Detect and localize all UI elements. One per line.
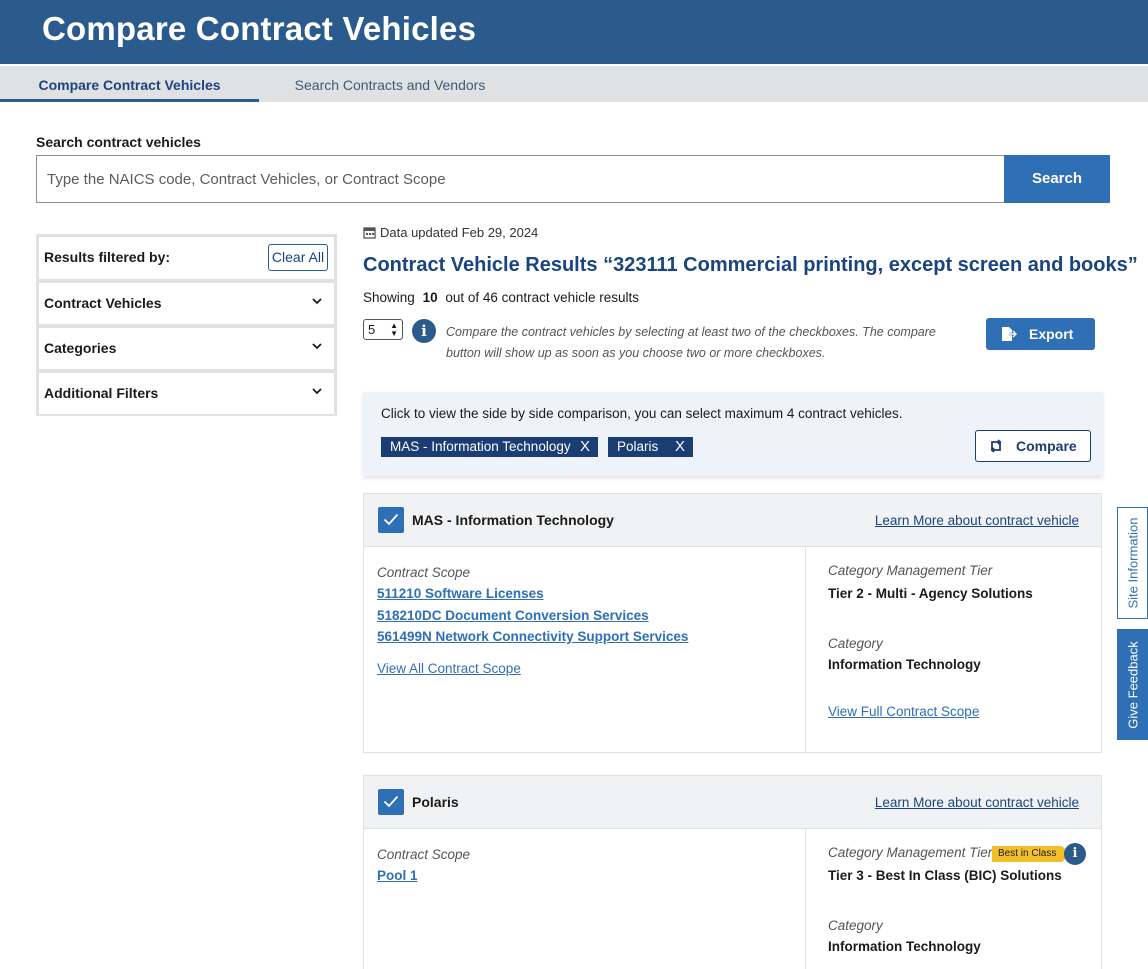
selected-chip: MAS - Information Technology X [381, 437, 598, 457]
export-label: Export [1029, 326, 1074, 342]
chevron-down-icon [312, 343, 322, 350]
checkmark-icon [383, 513, 399, 526]
tier-label: Category Management Tier [828, 845, 993, 860]
results-count: Showing 10 out of 46 contract vehicle re… [363, 290, 639, 305]
tab-bar: Compare Contract Vehicles Search Contrac… [0, 66, 1148, 102]
per-page-select[interactable]: 5 ▲ ▼ [363, 319, 403, 340]
contract-scope-label: Contract Scope [377, 565, 471, 580]
contract-card: MAS - Information Technology Learn More … [363, 493, 1102, 753]
compare-arrows-icon [990, 439, 1002, 453]
export-button[interactable]: Export [986, 318, 1095, 350]
filter-label: Categories [44, 340, 117, 356]
filter-label: Additional Filters [44, 385, 159, 401]
category-value: Information Technology [828, 939, 981, 954]
chip-label: MAS - Information Technology [390, 439, 571, 454]
info-icon[interactable]: i [412, 319, 436, 343]
calendar-icon [363, 227, 376, 239]
scope-link[interactable]: Pool 1 [377, 868, 418, 883]
category-label: Category [828, 918, 883, 933]
filters-heading: Results filtered by: [44, 249, 171, 265]
card-title: MAS - Information Technology [412, 512, 614, 528]
card-body: Contract Scope Pool 1 Category Managemen… [364, 829, 1101, 969]
give-feedback-tab[interactable]: Give Feedback [1117, 629, 1148, 740]
info-icon[interactable]: i [1064, 843, 1086, 865]
data-updated-text: Data updated Feb 29, 2024 [380, 225, 539, 240]
checkmark-icon [383, 795, 399, 808]
chevron-down-icon [312, 298, 322, 305]
compare-panel: Click to view the side by side compariso… [363, 392, 1103, 476]
tab-search-contracts-and-vendors[interactable]: Search Contracts and Vendors [259, 66, 521, 102]
tab-compare-contract-vehicles[interactable]: Compare Contract Vehicles [0, 66, 259, 102]
card-header: MAS - Information Technology Learn More … [364, 494, 1101, 547]
category-value: Information Technology [828, 657, 981, 672]
results-title: Contract Vehicle Results “323111 Commerc… [363, 254, 1138, 276]
filter-categories[interactable]: Categories [39, 328, 334, 369]
scope-link[interactable]: 511210 Software Licenses [377, 586, 544, 601]
export-icon [1002, 327, 1018, 341]
card-body: Contract Scope 511210 Software Licenses … [364, 547, 1101, 752]
scope-link[interactable]: 561499N Network Connectivity Support Ser… [377, 629, 688, 644]
category-column: Category Management Tier Tier 2 - Multi … [806, 547, 1101, 752]
showing-prefix: Showing [363, 290, 415, 305]
site-information-label: Site Information [1125, 517, 1140, 609]
best-in-class-badge: Best in Class [992, 846, 1071, 862]
chip-remove-icon[interactable]: X [580, 437, 590, 457]
category-label: Category [828, 636, 883, 651]
chip-label: Polaris [617, 439, 659, 454]
filter-label: Contract Vehicles [44, 295, 162, 311]
search-label: Search contract vehicles [36, 134, 201, 150]
card-header: Polaris Learn More about contract vehicl… [364, 776, 1101, 829]
give-feedback-label: Give Feedback [1125, 640, 1140, 729]
site-information-tab[interactable]: Site Information [1117, 507, 1148, 619]
per-page-value: 5 [368, 322, 376, 337]
filter-additional-filters[interactable]: Additional Filters [39, 373, 334, 414]
tier-value: Tier 2 - Multi - Agency Solutions [828, 586, 1033, 601]
data-updated: Data updated Feb 29, 2024 [363, 225, 538, 240]
compare-label: Compare [1016, 438, 1077, 454]
search-input[interactable] [36, 155, 1005, 203]
select-checkbox[interactable] [378, 507, 404, 533]
select-checkbox[interactable] [378, 789, 404, 815]
stepper-arrows-icon: ▲ ▼ [390, 321, 398, 338]
selected-chip: Polaris X [608, 437, 693, 457]
tier-value: Tier 3 - Best In Class (BIC) Solutions [828, 868, 1062, 883]
filters-panel: Results filtered by: Clear All Contract … [36, 234, 337, 416]
page-title: Compare Contract Vehicles [42, 10, 477, 47]
chip-remove-icon[interactable]: X [675, 437, 685, 457]
contract-scope-column: Contract Scope 511210 Software Licenses … [364, 547, 806, 752]
view-all-scope-link[interactable]: View All Contract Scope [377, 661, 521, 676]
showing-suffix: out of 46 contract vehicle results [445, 290, 639, 305]
showing-count: 10 [422, 290, 438, 305]
learn-more-link[interactable]: Learn More about contract vehicle [875, 513, 1079, 528]
compare-text: Click to view the side by side compariso… [381, 406, 903, 421]
contract-scope-column: Contract Scope Pool 1 [364, 829, 806, 969]
filters-header: Results filtered by: Clear All [39, 237, 334, 279]
chevron-down-icon [312, 388, 322, 395]
tier-label: Category Management Tier [828, 563, 993, 578]
contract-card: Polaris Learn More about contract vehicl… [363, 775, 1102, 969]
card-title: Polaris [412, 794, 459, 810]
filter-contract-vehicles[interactable]: Contract Vehicles [39, 283, 334, 324]
search-button[interactable]: Search [1004, 155, 1110, 203]
page-header: Compare Contract Vehicles [0, 0, 1148, 64]
compare-button[interactable]: Compare [975, 430, 1091, 462]
scope-link[interactable]: 518210DC Document Conversion Services [377, 608, 649, 623]
view-full-scope-link[interactable]: View Full Contract Scope [828, 704, 979, 719]
learn-more-link[interactable]: Learn More about contract vehicle [875, 795, 1079, 810]
compare-hint: Compare the contract vehicles by selecti… [446, 325, 936, 360]
category-column: Category Management Tier Best in Class i… [806, 829, 1101, 969]
clear-all-button[interactable]: Clear All [268, 244, 328, 271]
contract-scope-label: Contract Scope [377, 847, 471, 862]
